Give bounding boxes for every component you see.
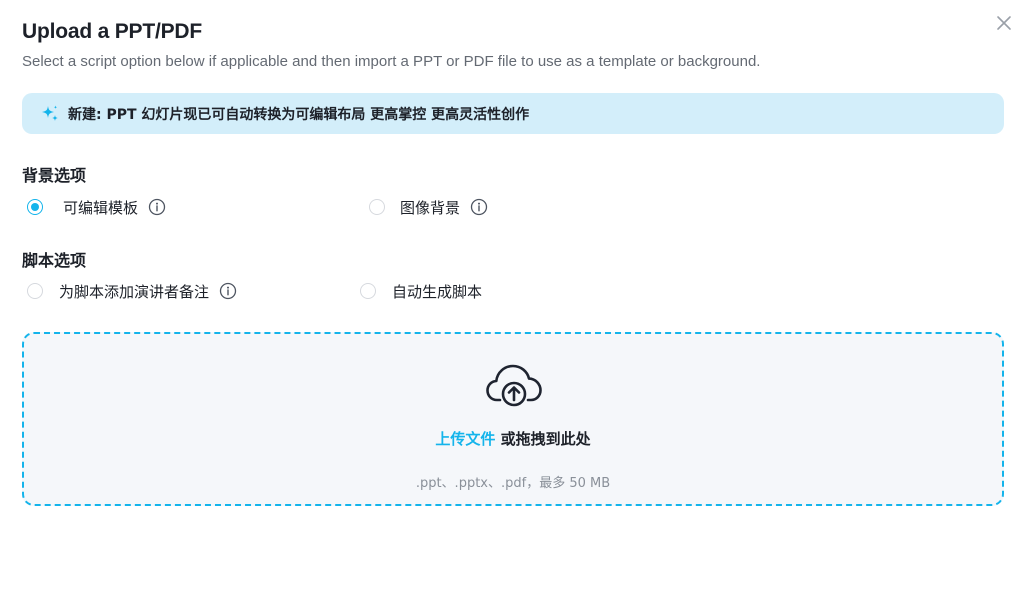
option-label: 为脚本添加演讲者备注: [59, 282, 210, 301]
upload-dialog: Upload a PPT/PDF Select a script option …: [0, 0, 1024, 613]
sparkle-icon: [42, 105, 58, 121]
option-label: 可编辑模板: [63, 198, 139, 217]
announcement-banner: 新建: PPT 幻灯片现已可自动转换为可编辑布局 更高掌控 更高灵活性创作: [22, 93, 1004, 134]
radio-speaker-notes[interactable]: [27, 283, 43, 299]
option-label: 图像背景: [400, 198, 461, 217]
dialog-title: Upload a PPT/PDF: [22, 20, 202, 43]
file-type-hint: .ppt、.pptx、.pdf，最多 50 MB: [415, 476, 611, 491]
drag-drop-text: 或拖拽到此处: [495, 430, 591, 448]
radio-editable-template[interactable]: [27, 199, 43, 215]
radio-auto-generate-script[interactable]: [360, 283, 376, 299]
option-auto-generate-script[interactable]: 自动生成脚本: [360, 279, 482, 303]
option-label: 自动生成脚本: [392, 282, 483, 301]
upload-file-link[interactable]: 上传文件: [435, 430, 495, 448]
background-options-title: 背景选项: [22, 166, 87, 185]
file-dropzone[interactable]: 上传文件 或拖拽到此处 .ppt、.pptx、.pdf，最多 50 MB: [22, 332, 1004, 506]
close-button[interactable]: [994, 13, 1014, 33]
option-editable-template[interactable]: 可编辑模板: [27, 195, 166, 219]
radio-image-background[interactable]: [369, 199, 385, 215]
option-speaker-notes[interactable]: 为脚本添加演讲者备注: [27, 279, 237, 303]
info-icon[interactable]: [219, 282, 237, 300]
info-icon[interactable]: [470, 198, 488, 216]
info-icon[interactable]: [148, 198, 166, 216]
banner-text: 新建: PPT 幻灯片现已可自动转换为可编辑布局 更高掌控 更高灵活性创作: [68, 107, 530, 123]
cloud-upload-icon: [486, 364, 542, 407]
script-options-title: 脚本选项: [22, 251, 87, 270]
option-image-background[interactable]: 图像背景: [369, 195, 488, 219]
close-icon: [997, 16, 1011, 30]
upload-prompt: 上传文件 或拖拽到此处: [24, 428, 1002, 449]
dialog-subtitle: Select a script option below if applicab…: [22, 53, 761, 70]
